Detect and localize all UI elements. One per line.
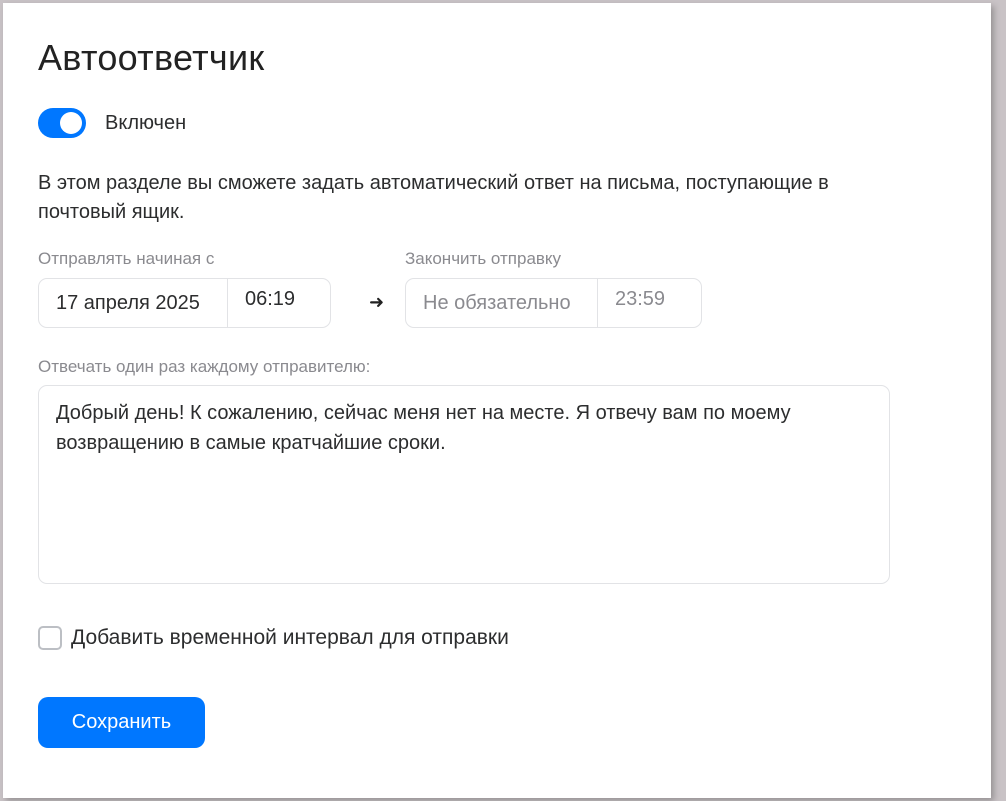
save-button[interactable]: Сохранить: [38, 697, 205, 748]
end-date-input[interactable]: Не обязательно: [406, 279, 598, 327]
message-textarea[interactable]: Добрый день! К сожалению, сейчас меня не…: [38, 385, 890, 584]
end-label: Закончить отправку: [405, 249, 562, 268]
start-label: Отправлять начиная с: [38, 249, 215, 268]
interval-checkbox-label[interactable]: Добавить временной интервал для отправки: [71, 626, 509, 650]
arrow-right-icon: ➜: [369, 292, 385, 312]
start-date-input[interactable]: 17 апреля 2025: [39, 279, 228, 327]
end-time-input[interactable]: 23:59: [598, 279, 701, 327]
interval-checkbox[interactable]: [38, 626, 62, 650]
message-label: Отвечать один раз каждому отправителю:: [38, 357, 371, 376]
description-text: В этом разделе вы сможете задать автомат…: [38, 172, 829, 223]
start-datetime-field: 17 апреля 2025 06:19: [38, 278, 331, 328]
enable-toggle[interactable]: [38, 108, 86, 138]
toggle-label: Включен: [105, 112, 187, 134]
start-time-input[interactable]: 06:19: [228, 279, 330, 327]
toggle-knob: [60, 112, 82, 134]
autoresponder-panel: Автоответчик Включен В этом разделе вы с…: [3, 3, 991, 798]
page-title: Автоответчик: [38, 37, 265, 78]
end-datetime-field: Не обязательно 23:59: [405, 278, 702, 328]
